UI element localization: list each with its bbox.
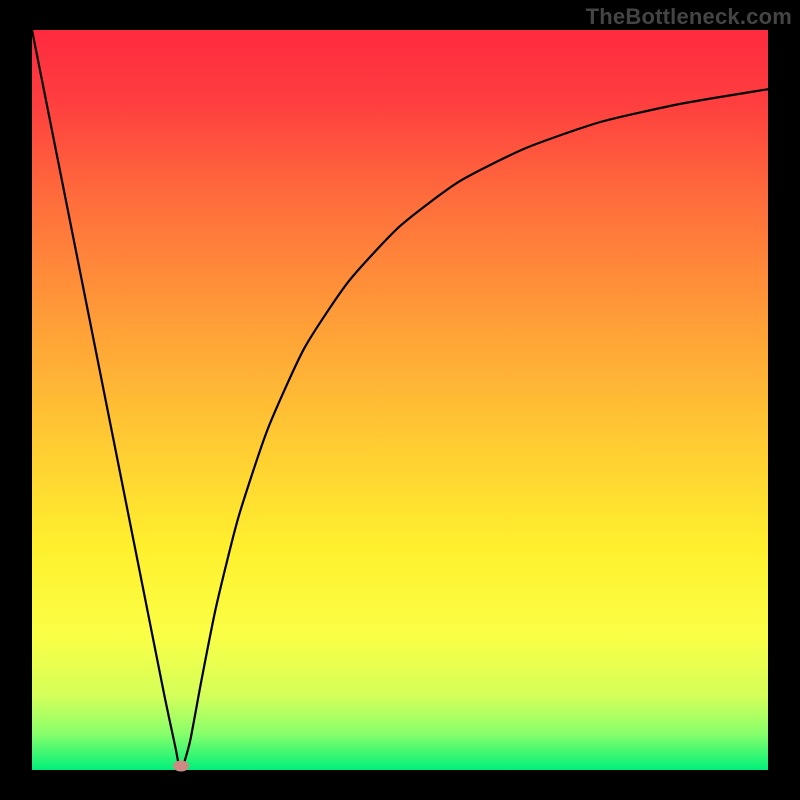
optimal-point-marker [173, 761, 189, 772]
curve-layer [32, 30, 768, 770]
plot-area [32, 30, 768, 770]
watermark-text: TheBottleneck.com [586, 4, 792, 30]
chart-frame: TheBottleneck.com [0, 0, 800, 800]
bottleneck-curve [32, 30, 768, 768]
